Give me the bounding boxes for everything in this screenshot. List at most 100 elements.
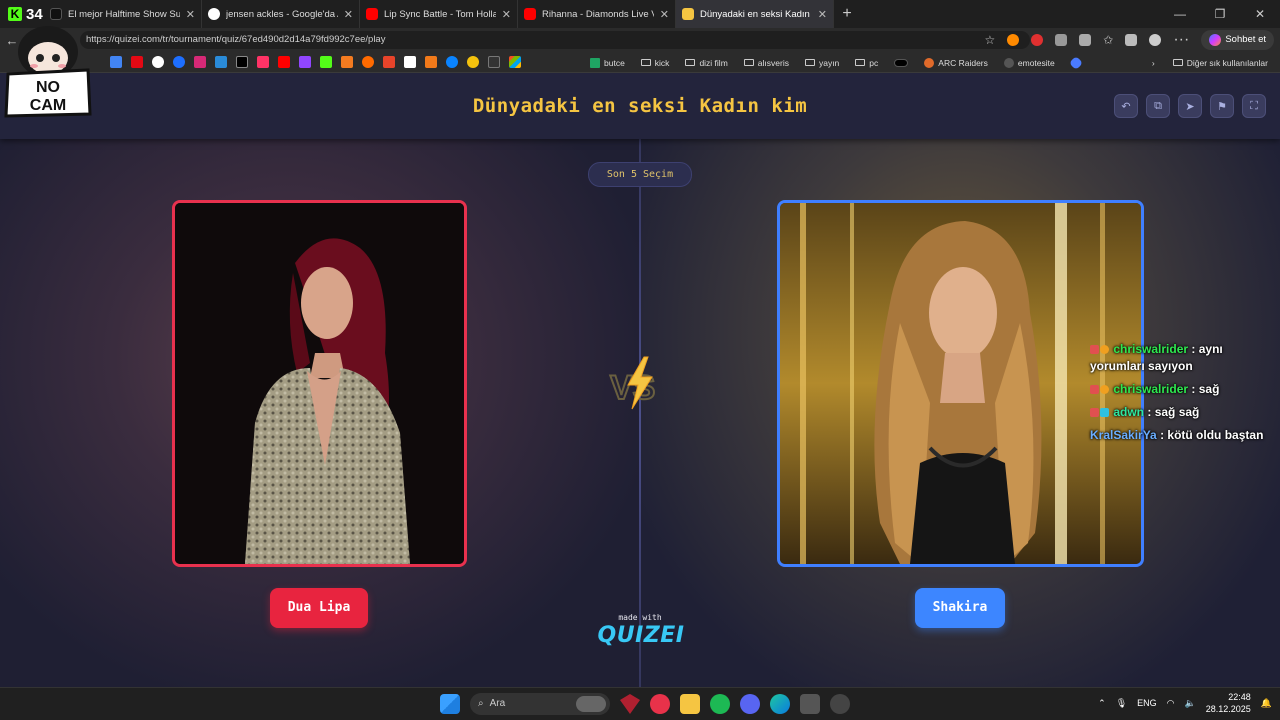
app-icon[interactable] bbox=[800, 694, 820, 714]
language-indicator[interactable]: ENG bbox=[1137, 698, 1157, 708]
sheets-icon bbox=[590, 57, 600, 68]
youtube-icon[interactable] bbox=[278, 56, 290, 68]
valorant-icon[interactable] bbox=[620, 694, 640, 714]
bookmark-alisveris[interactable]: alısveris bbox=[743, 57, 789, 68]
tab-youtube-rihanna[interactable]: Rihanna - Diamonds Live Victoria' ✕ bbox=[518, 0, 676, 28]
twitch-icon[interactable] bbox=[299, 56, 311, 68]
quizei-favicon-icon bbox=[682, 8, 694, 20]
close-icon[interactable]: ✕ bbox=[660, 8, 669, 21]
bookmark-dizi-film[interactable]: dizi film bbox=[685, 58, 728, 68]
left-candidate-image[interactable] bbox=[172, 200, 467, 567]
history-pill[interactable]: Son 5 Seçim bbox=[588, 162, 692, 187]
close-icon[interactable]: ✕ bbox=[344, 8, 353, 21]
bookmark-emotesite[interactable]: emotesite bbox=[1003, 57, 1055, 68]
close-icon[interactable]: ✕ bbox=[186, 8, 195, 21]
other-bookmarks[interactable]: › Diğer sık kullanılanlar bbox=[1152, 52, 1268, 73]
windows-start-icon[interactable] bbox=[440, 694, 460, 714]
wifi-icon[interactable]: ◠ bbox=[1167, 698, 1175, 709]
restore-icon[interactable]: ❐ bbox=[1200, 0, 1240, 28]
search-highlight-icon bbox=[576, 696, 606, 712]
microphone-icon[interactable]: 🎙 bbox=[1116, 698, 1127, 709]
clock[interactable]: 22:48 28.12.2025 bbox=[1206, 691, 1251, 715]
undo-button[interactable]: ↶ bbox=[1114, 94, 1138, 118]
favorite-star-icon[interactable]: ☆ bbox=[985, 33, 996, 47]
new-tab-button[interactable]: + bbox=[834, 5, 860, 23]
chat-message: chriswalrider : sağ bbox=[1090, 381, 1280, 398]
chat-username: chriswalrider bbox=[1113, 342, 1189, 356]
bookmark-label: pc bbox=[869, 57, 879, 68]
copilot-chat-button[interactable]: Sohbet et bbox=[1201, 30, 1274, 50]
trendyol-icon[interactable] bbox=[425, 56, 437, 68]
bookmark-arc-raiders[interactable]: ARC Raiders bbox=[924, 57, 988, 68]
bookmark-site[interactable] bbox=[894, 58, 909, 67]
tab-title: Lip Sync Battle - Tom Holland - Yo bbox=[384, 8, 496, 20]
instagram-icon[interactable] bbox=[194, 56, 206, 68]
share-button[interactable]: ➤ bbox=[1178, 94, 1202, 118]
microsoft-icon[interactable] bbox=[509, 56, 521, 68]
close-icon[interactable]: ✕ bbox=[502, 8, 511, 21]
threads-icon[interactable] bbox=[152, 56, 164, 68]
kick-icon: K bbox=[8, 7, 22, 21]
bookmark-site-icon[interactable] bbox=[362, 56, 374, 68]
more-menu-icon[interactable]: ··· bbox=[1173, 31, 1189, 49]
tab-quizei[interactable]: Dünyadaki en seksi Kadın kim - Tü ✕ bbox=[676, 0, 834, 28]
hepsiburada-icon[interactable] bbox=[383, 56, 395, 68]
fullscreen-button[interactable]: ⛶ bbox=[1242, 94, 1266, 118]
sticker-line2: CAM bbox=[30, 97, 66, 114]
tab-google[interactable]: jensen ackles - Google'da Ara ✕ bbox=[202, 0, 360, 28]
edge-icon[interactable] bbox=[770, 694, 790, 714]
close-window-icon[interactable]: ✕ bbox=[1240, 0, 1280, 28]
url-field[interactable]: https://quizei.com/tr/tournament/quiz/67… bbox=[80, 31, 1030, 49]
spotify-icon[interactable] bbox=[710, 694, 730, 714]
bookmark-kick[interactable]: kick bbox=[640, 58, 669, 68]
collections-icon[interactable] bbox=[1125, 34, 1138, 46]
extension-icon[interactable] bbox=[1031, 34, 1044, 46]
tray-chevron-up-icon[interactable]: ⌃ bbox=[1098, 698, 1106, 709]
bookmark-pc[interactable]: pc bbox=[855, 58, 878, 68]
chat-message: chriswalrider : aynı yorumları sayıyon bbox=[1090, 341, 1280, 375]
taskbar-search[interactable]: ⌕ Ara bbox=[470, 693, 610, 715]
bookmark-site-icon[interactable] bbox=[404, 56, 416, 68]
x-icon[interactable] bbox=[236, 56, 248, 68]
favorites-icon[interactable]: ✩ bbox=[1103, 33, 1113, 47]
bookmark-site-icon[interactable] bbox=[257, 56, 269, 68]
left-candidate-button[interactable]: Dua Lipa bbox=[270, 588, 368, 628]
extension-icon[interactable] bbox=[1007, 34, 1020, 46]
page-favicon-icon bbox=[50, 8, 62, 20]
split-screen-icon[interactable] bbox=[1079, 34, 1092, 46]
bookmark-butce[interactable]: butce bbox=[590, 57, 625, 68]
netflix-icon[interactable] bbox=[131, 56, 143, 68]
bookmark-label: alısveris bbox=[757, 57, 789, 68]
report-button[interactable]: ⚑ bbox=[1210, 94, 1234, 118]
volume-icon[interactable]: 🔈 bbox=[1185, 698, 1196, 709]
bookmark-site-icon[interactable] bbox=[467, 56, 479, 68]
profile-avatar-icon[interactable] bbox=[1149, 34, 1162, 46]
folder-icon bbox=[804, 59, 815, 66]
edge-icon[interactable] bbox=[446, 56, 458, 68]
minimize-icon[interactable]: — bbox=[1160, 0, 1200, 28]
opera-icon[interactable] bbox=[650, 694, 670, 714]
bookmark-yayin[interactable]: yayın bbox=[804, 58, 839, 68]
right-candidate-image[interactable] bbox=[777, 200, 1144, 567]
notifications-icon[interactable]: 🔔 bbox=[1261, 698, 1272, 709]
kick-icon[interactable] bbox=[320, 56, 332, 68]
play-icon[interactable] bbox=[173, 56, 185, 68]
right-candidate-button[interactable]: Shakira bbox=[915, 588, 1005, 628]
file-explorer-icon[interactable] bbox=[680, 694, 700, 714]
copy-button[interactable]: ⧉ bbox=[1146, 94, 1170, 118]
badge-icon bbox=[1090, 385, 1099, 394]
drive-icon[interactable] bbox=[110, 56, 122, 68]
chat-username: adwn bbox=[1113, 405, 1145, 419]
chevron-right-icon[interactable]: › bbox=[1152, 58, 1155, 68]
quizei-logo[interactable]: QUIZEI bbox=[596, 623, 686, 648]
discord-icon[interactable] bbox=[740, 694, 760, 714]
tab-youtube-lipsync[interactable]: Lip Sync Battle - Tom Holland - Yo ✕ bbox=[360, 0, 518, 28]
bookmark-site-icon[interactable] bbox=[488, 56, 500, 68]
close-icon[interactable]: ✕ bbox=[818, 8, 827, 21]
bookmark-site-icon[interactable] bbox=[341, 56, 353, 68]
extensions-puzzle-icon[interactable] bbox=[1055, 34, 1068, 46]
bookmark-site[interactable] bbox=[1068, 55, 1083, 70]
badge-icon bbox=[1100, 345, 1109, 354]
steam-icon[interactable] bbox=[830, 694, 850, 714]
bookmark-site-icon[interactable] bbox=[215, 56, 227, 68]
